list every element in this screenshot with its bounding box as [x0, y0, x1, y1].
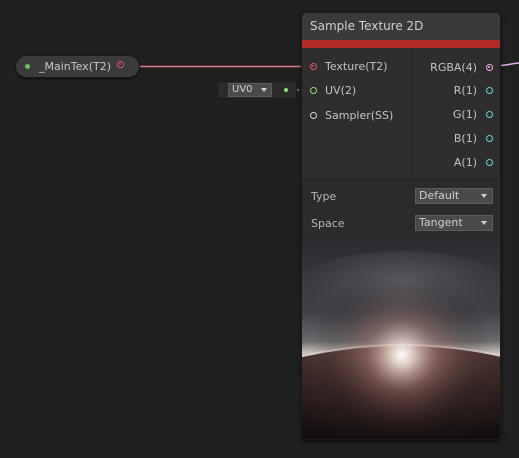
port-connector[interactable] — [486, 110, 493, 118]
input-port-label: Texture(T2) — [325, 59, 388, 73]
input-port-sampler[interactable]: Sampler(SS) — [310, 107, 393, 123]
output-port-a[interactable]: A(1) — [454, 154, 493, 170]
output-port-label: RGBA(4) — [430, 60, 477, 74]
uv-default-input: UV0 — [217, 81, 297, 99]
port-connector[interactable] — [486, 134, 493, 142]
node-title[interactable]: Sample Texture 2D — [302, 13, 500, 40]
type-dropdown[interactable]: Default — [415, 188, 493, 204]
maintex-property-node[interactable]: _MainTex(T2) — [15, 55, 140, 78]
space-label: Space — [311, 217, 345, 230]
input-port-uv[interactable]: UV(2) — [310, 82, 356, 98]
input-port-label: UV(2) — [325, 83, 357, 97]
port-connector[interactable] — [486, 158, 493, 166]
output-port-b[interactable]: B(1) — [454, 130, 493, 146]
output-port-label: R(1) — [453, 83, 477, 97]
output-port-g[interactable]: G(1) — [453, 106, 493, 122]
property-node-label: _MainTex(T2) — [39, 60, 111, 73]
uv-channel-dropdown[interactable]: UV0 — [228, 83, 272, 97]
property-type-dot — [25, 64, 30, 69]
space-dropdown[interactable]: Tangent — [415, 215, 493, 231]
space-dropdown-value: Tangent — [419, 216, 463, 229]
port-connector[interactable] — [486, 86, 493, 94]
input-port-label: Sampler(SS) — [325, 108, 394, 122]
input-port-texture[interactable]: Texture(T2) — [310, 58, 388, 74]
uv-output-dot[interactable] — [284, 88, 288, 92]
port-connector[interactable] — [310, 86, 317, 94]
planet-horizon-image — [302, 241, 500, 439]
sample-texture-2d-node[interactable]: Sample Texture 2D Texture(T2) UV(2) Samp… — [301, 12, 501, 440]
uv-channel-value: UV0 — [232, 84, 253, 95]
node-accent-bar — [302, 40, 500, 48]
output-port-label: G(1) — [452, 107, 477, 121]
node-settings: Type Default Space Tangent — [302, 179, 500, 241]
type-label: Type — [311, 190, 337, 203]
chevron-down-icon — [481, 221, 487, 225]
type-dropdown-value: Default — [419, 189, 460, 202]
ports-divider — [412, 48, 413, 179]
port-connector[interactable] — [310, 111, 317, 119]
texture-preview — [302, 241, 500, 439]
port-connector[interactable] — [486, 63, 493, 71]
port-connector[interactable] — [310, 62, 317, 70]
chevron-down-icon — [261, 88, 267, 92]
output-port-r[interactable]: R(1) — [454, 82, 493, 98]
output-port-rgba[interactable]: RGBA(4) — [430, 59, 493, 75]
output-port-label: A(1) — [453, 155, 477, 169]
chevron-down-icon — [481, 194, 487, 198]
property-output-port[interactable] — [117, 61, 124, 68]
output-port-label: B(1) — [453, 131, 477, 145]
